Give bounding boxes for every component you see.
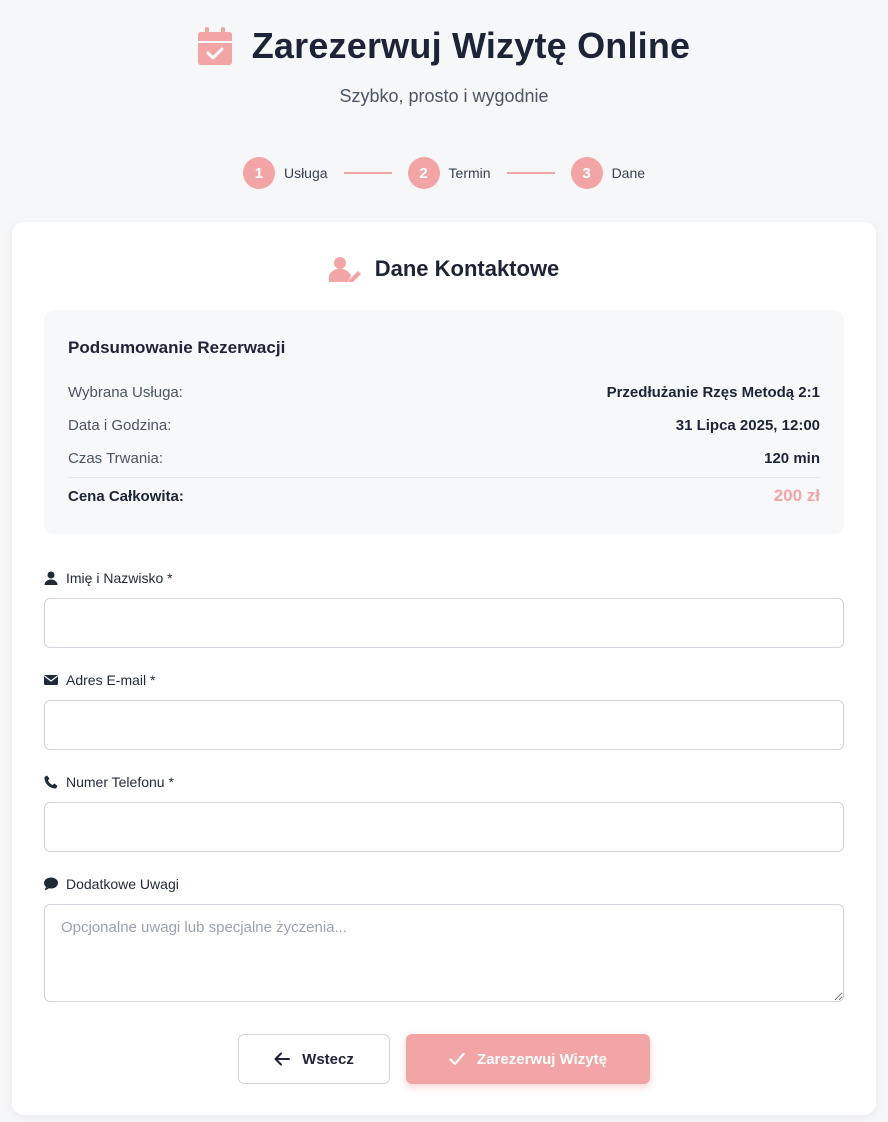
section-header: Dane Kontaktowe <box>12 256 876 282</box>
section-title: Dane Kontaktowe <box>374 256 560 281</box>
step-number: 2 <box>407 157 440 189</box>
total-label: Cena Całkowita: <box>68 487 184 505</box>
page-subtitle: Szybko, prosto i wygodnie <box>339 86 549 106</box>
email-label-text: Adres E-mail * <box>66 672 156 688</box>
total-price: 200 zł <box>773 486 820 505</box>
email-field-group: Adres E-mail * <box>44 670 844 750</box>
comment-icon <box>44 877 58 891</box>
name-input[interactable] <box>44 598 844 648</box>
notes-label: Dodatkowe Uwagi <box>44 874 844 894</box>
phone-field-group: Numer Telefonu * <box>44 772 844 852</box>
envelope-icon <box>44 675 58 685</box>
step-connector <box>506 172 555 174</box>
calendar-check-icon <box>197 27 232 65</box>
arrow-left-icon <box>274 1052 291 1066</box>
summary-value: 31 Lipca 2025, 12:00 <box>675 417 820 434</box>
back-button[interactable]: Wstecz <box>238 1034 390 1084</box>
step-connector <box>343 172 392 174</box>
title-row: Zarezerwuj Wizytę Online <box>0 24 888 68</box>
phone-label-text: Numer Telefonu * <box>66 774 174 790</box>
summary-divider <box>68 477 820 478</box>
email-input[interactable] <box>44 700 844 750</box>
user-icon <box>44 571 58 585</box>
name-field-group: Imię i Nazwisko * <box>44 568 844 648</box>
name-label: Imię i Nazwisko * <box>44 568 844 588</box>
page-title: Zarezerwuj Wizytę Online <box>251 25 691 66</box>
notes-field-group: Dodatkowe Uwagi <box>44 874 844 1002</box>
step-date: 2 Termin <box>407 157 491 189</box>
summary-key: Wybrana Usługa: <box>68 384 183 401</box>
phone-icon <box>44 775 58 789</box>
summary-row-datetime: Data i Godzina: 31 Lipca 2025, 12:00 <box>68 409 820 442</box>
notes-textarea[interactable] <box>44 904 844 1002</box>
summary-value: Przedłużanie Rzęs Metodą 2:1 <box>606 384 820 401</box>
summary-rows: Wybrana Usługa: Przedłużanie Rzęs Metodą… <box>68 376 820 475</box>
phone-input[interactable] <box>44 802 844 852</box>
phone-label: Numer Telefonu * <box>44 772 844 792</box>
notes-label-text: Dodatkowe Uwagi <box>66 876 179 892</box>
step-details: 3 Dane <box>570 157 646 189</box>
booking-card: Dane Kontaktowe Podsumowanie Rezerwacji … <box>12 222 876 1115</box>
summary-value: 120 min <box>764 450 820 467</box>
step-service: 1 Usługa <box>242 157 328 189</box>
step-label: Dane <box>611 165 646 181</box>
summary-row-duration: Czas Trwania: 120 min <box>68 442 820 475</box>
step-number: 3 <box>570 157 603 189</box>
step-label: Usługa <box>283 165 328 181</box>
step-label: Termin <box>448 165 491 181</box>
summary-key: Czas Trwania: <box>68 450 164 467</box>
booking-summary: Podsumowanie Rezerwacji Wybrana Usługa: … <box>44 310 844 534</box>
email-label: Adres E-mail * <box>44 670 844 690</box>
summary-key: Data i Godzina: <box>68 417 172 434</box>
back-button-label: Wstecz <box>302 1050 354 1068</box>
name-label-text: Imię i Nazwisko * <box>66 570 173 586</box>
summary-row-service: Wybrana Usługa: Przedłużanie Rzęs Metodą… <box>68 376 820 409</box>
check-icon <box>449 1052 465 1066</box>
submit-button-label: Zarezerwuj Wizytę <box>477 1050 607 1068</box>
step-number: 1 <box>242 157 275 189</box>
page-header: Zarezerwuj Wizytę Online Szybko, prosto … <box>0 24 888 107</box>
user-edit-icon <box>328 257 361 282</box>
summary-total: Cena Całkowita: 200 zł <box>68 486 820 506</box>
submit-booking-button[interactable]: Zarezerwuj Wizytę <box>406 1034 650 1084</box>
summary-heading: Podsumowanie Rezerwacji <box>68 338 286 357</box>
progress-steps: 1 Usługa 2 Termin 3 Dane <box>0 157 888 189</box>
